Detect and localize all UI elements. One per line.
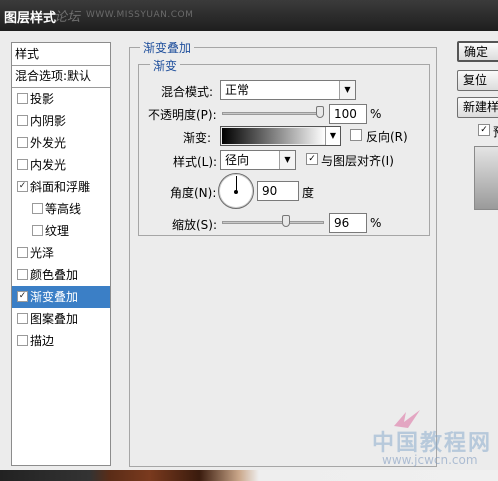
scale-slider-thumb[interactable] bbox=[282, 215, 291, 227]
angle-dial-center bbox=[234, 190, 238, 194]
title-bar: 图层样式 论坛 WWW.MISSYUAN.COM bbox=[0, 0, 498, 31]
style-list-item[interactable]: 等高线 bbox=[12, 198, 110, 220]
style-select[interactable]: 径向 ▼ bbox=[220, 150, 296, 170]
chevron-down-icon[interactable]: ▼ bbox=[325, 127, 340, 145]
angle-dial[interactable] bbox=[218, 173, 254, 209]
style-list-item[interactable]: 纹理 bbox=[12, 220, 110, 242]
style-item-checkbox[interactable] bbox=[17, 269, 28, 280]
align-with-layer-checkbox[interactable]: ✓ bbox=[306, 153, 318, 165]
style-list-item[interactable]: 外发光 bbox=[12, 132, 110, 154]
style-item-label: 光泽 bbox=[30, 246, 55, 260]
group-title: 渐变叠加 bbox=[140, 39, 195, 56]
opacity-unit: % bbox=[370, 107, 382, 121]
style-item-label: 渐变叠加 bbox=[30, 290, 79, 304]
style-item-label: 内阴影 bbox=[30, 114, 67, 128]
angle-unit: 度 bbox=[302, 186, 315, 200]
blend-mode-label: 混合模式: bbox=[161, 85, 214, 99]
style-list-item[interactable]: 图案叠加 bbox=[12, 308, 110, 330]
scale-input[interactable]: 96 bbox=[329, 213, 367, 233]
scale-label: 缩放(S): bbox=[172, 218, 218, 232]
subgroup-title: 渐变 bbox=[150, 57, 181, 74]
style-item-label: 纹理 bbox=[45, 224, 70, 238]
blend-options-item[interactable]: 混合选项:默认 bbox=[12, 66, 110, 88]
style-item-checkbox[interactable] bbox=[17, 247, 28, 258]
preview-label: 预览 bbox=[493, 123, 498, 140]
style-item-checkbox[interactable] bbox=[17, 93, 28, 104]
style-item-checkbox[interactable]: ✓ bbox=[17, 291, 28, 302]
opacity-input[interactable]: 100 bbox=[329, 104, 367, 124]
style-item-checkbox[interactable] bbox=[32, 203, 43, 214]
style-item-checkbox[interactable] bbox=[17, 335, 28, 346]
opacity-label: 不透明度(P): bbox=[148, 108, 217, 122]
window-title: 图层样式 bbox=[4, 11, 57, 26]
ok-button[interactable]: 确定 bbox=[457, 41, 498, 62]
style-item-checkbox[interactable] bbox=[17, 115, 28, 126]
style-list-item[interactable]: ✓ 渐变叠加 bbox=[12, 286, 110, 308]
preview-checkbox[interactable]: ✓ bbox=[478, 124, 490, 136]
style-item-label: 颜色叠加 bbox=[30, 268, 79, 282]
blend-mode-value: 正常 bbox=[225, 83, 250, 97]
angle-input[interactable]: 90 bbox=[257, 181, 299, 201]
gradient-picker[interactable]: ▼ bbox=[220, 126, 341, 146]
style-value: 径向 bbox=[225, 153, 250, 167]
watermark-text: 论坛 bbox=[54, 10, 81, 25]
style-items: 投影 内阴影 外发光 内发光 ✓ 斜面和浮雕 等高线 纹理 光泽 颜色叠加 ✓ 渐变叠加 图案叠加 描边 bbox=[12, 88, 110, 352]
style-list-item[interactable]: 光泽 bbox=[12, 242, 110, 264]
style-list-item[interactable]: 描边 bbox=[12, 330, 110, 352]
opacity-slider-track[interactable] bbox=[222, 112, 324, 115]
new-style-button[interactable]: 新建样式 bbox=[457, 97, 498, 118]
style-item-checkbox[interactable] bbox=[32, 225, 43, 236]
style-item-checkbox[interactable]: ✓ bbox=[17, 181, 28, 192]
style-item-label: 描边 bbox=[30, 334, 55, 348]
style-item-label: 内发光 bbox=[30, 158, 67, 172]
reverse-label: 反向(R) bbox=[366, 130, 408, 144]
gradient-preview[interactable] bbox=[222, 128, 325, 144]
style-list: 样式 混合选项:默认 投影 内阴影 外发光 内发光 ✓ 斜面和浮雕 等高线 纹理 光泽 颜色叠加 ✓… bbox=[11, 42, 111, 466]
scale-unit: % bbox=[370, 216, 382, 230]
style-list-item[interactable]: 颜色叠加 bbox=[12, 264, 110, 286]
reverse-checkbox[interactable] bbox=[350, 129, 362, 141]
style-item-label: 图案叠加 bbox=[30, 312, 79, 326]
watermark-site-url: www.jcwcn.com bbox=[382, 453, 478, 467]
style-label: 样式(L): bbox=[173, 155, 218, 169]
style-item-label: 等高线 bbox=[45, 202, 82, 216]
style-list-item[interactable]: 内阴影 bbox=[12, 110, 110, 132]
watermark-url: WWW.MISSYUAN.COM bbox=[86, 10, 194, 20]
chevron-down-icon: ▼ bbox=[279, 151, 295, 169]
scale-slider-track[interactable] bbox=[222, 221, 324, 224]
style-item-checkbox[interactable] bbox=[17, 313, 28, 324]
style-list-item[interactable]: ✓ 斜面和浮雕 bbox=[12, 176, 110, 198]
angle-label: 角度(N): bbox=[170, 186, 217, 200]
style-item-label: 外发光 bbox=[30, 136, 67, 150]
style-item-label: 投影 bbox=[30, 92, 55, 106]
style-item-checkbox[interactable] bbox=[17, 137, 28, 148]
opacity-slider-thumb[interactable] bbox=[316, 106, 324, 118]
style-list-item[interactable]: 内发光 bbox=[12, 154, 110, 176]
canvas-strip bbox=[0, 470, 498, 481]
style-list-item[interactable]: 投影 bbox=[12, 88, 110, 110]
gradient-label: 渐变: bbox=[183, 131, 212, 145]
style-preview-thumbnail bbox=[474, 146, 498, 210]
align-with-layer-label: 与图层对齐(I) bbox=[321, 154, 394, 168]
chevron-down-icon: ▼ bbox=[339, 81, 355, 99]
cancel-button[interactable]: 复位 bbox=[457, 70, 498, 91]
style-list-header[interactable]: 样式 bbox=[12, 43, 110, 66]
blend-mode-select[interactable]: 正常 ▼ bbox=[220, 80, 356, 100]
style-item-checkbox[interactable] bbox=[17, 159, 28, 170]
style-item-label: 斜面和浮雕 bbox=[30, 180, 91, 194]
